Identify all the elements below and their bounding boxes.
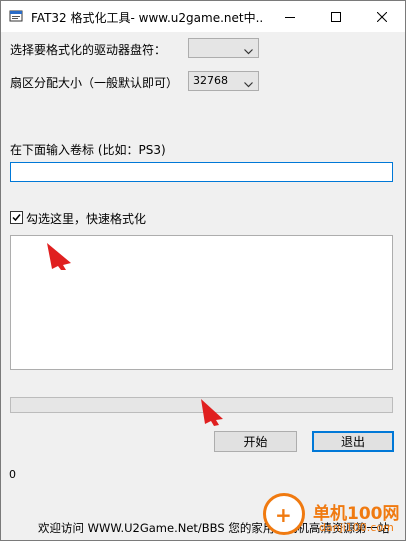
watermark-logo: + 单机100网 danji100.com (263, 485, 405, 540)
sector-size-label: 扇区分配大小（一般默认即可） (10, 76, 179, 90)
sector-size-value: 32768 (193, 74, 228, 87)
quick-format-label: 勾选这里，快速格式化 (26, 212, 147, 226)
annotation-arrow-icon (201, 399, 223, 426)
exit-button[interactable]: 退出 (312, 431, 394, 452)
quick-format-checkbox[interactable] (10, 211, 23, 224)
minimize-button[interactable] (267, 1, 313, 32)
watermark-circle-icon: + (263, 493, 305, 535)
app-window: FAT32 格式化工具- www.u2game.net中... 选择要格式化的驱… (0, 0, 406, 541)
volume-label-caption: 在下面输入卷标 (比如：PS3) (10, 143, 166, 157)
close-icon (377, 11, 387, 22)
maximize-icon (331, 11, 341, 22)
window-title: FAT32 格式化工具- www.u2game.net中... (31, 11, 263, 25)
minimize-icon (285, 16, 295, 18)
drive-select[interactable] (188, 38, 259, 58)
volume-label-input[interactable] (10, 162, 393, 182)
drive-label: 选择要格式化的驱动器盘符： (10, 43, 167, 57)
watermark-subtext: danji100.com (319, 521, 394, 534)
chevron-down-icon (244, 77, 253, 91)
status-counter: 0 (9, 468, 16, 481)
maximize-button[interactable] (313, 1, 359, 32)
chevron-down-icon (244, 44, 253, 58)
title-bar[interactable]: FAT32 格式化工具- www.u2game.net中... (1, 1, 405, 32)
annotation-arrow-icon (47, 243, 71, 270)
close-button[interactable] (359, 1, 405, 32)
app-icon (9, 9, 23, 23)
start-button[interactable]: 开始 (214, 431, 297, 452)
checkmark-icon (12, 214, 21, 222)
sector-size-select[interactable]: 32768 (188, 71, 259, 91)
